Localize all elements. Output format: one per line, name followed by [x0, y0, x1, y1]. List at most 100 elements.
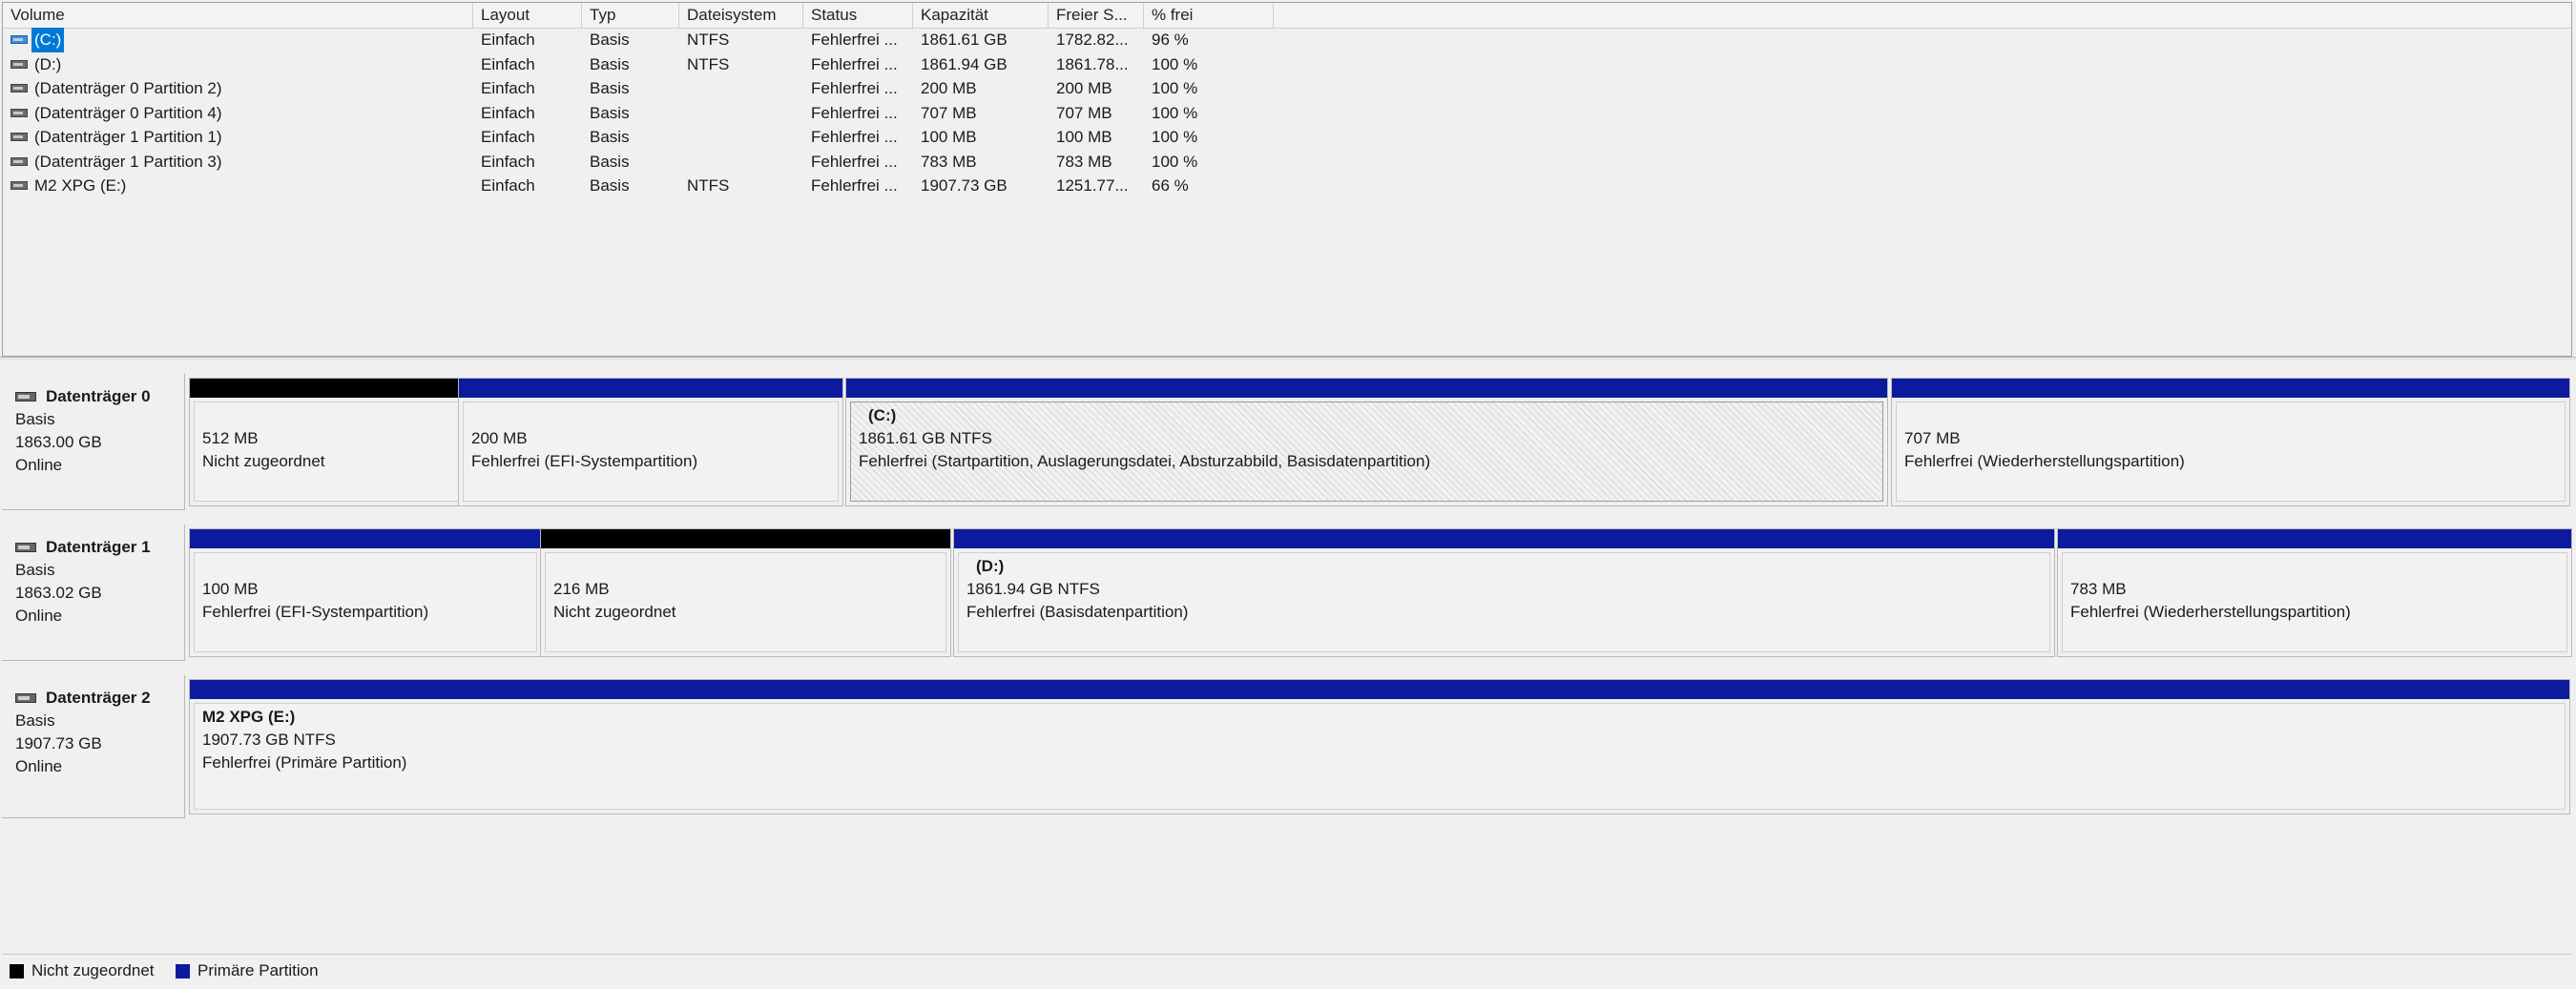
- column-header-status[interactable]: Status: [803, 3, 913, 28]
- disk-title: Datenträger 1: [46, 538, 151, 556]
- drive-icon: [10, 156, 28, 166]
- typ-cell: Basis: [590, 103, 630, 122]
- legend: Nicht zugeordnet Primäre Partition: [2, 954, 2572, 987]
- partition-block[interactable]: (C:) 1861.61 GB NTFS Fehlerfrei (Startpart…: [845, 378, 1888, 506]
- hard-disk-icon: [15, 693, 36, 703]
- volume-cell[interactable]: (Datenträger 1 Partition 1): [3, 125, 473, 150]
- table-row[interactable]: M2 XPG (E:) Einfach Basis NTFS Fehlerfrei ..…: [3, 174, 2571, 198]
- partition-block[interactable]: 707 MB Fehlerfrei (Wiederherstellungspart…: [1891, 378, 2570, 506]
- column-header-typ[interactable]: Typ: [582, 3, 679, 28]
- partition-status: Fehlerfrei (Wiederherstellungspartition): [1904, 452, 2185, 470]
- disk-type: Basis: [15, 711, 55, 730]
- partition-body: M2 XPG (E:) 1907.73 GB NTFS Fehlerfrei (Pr…: [194, 703, 2566, 810]
- freier-speicher-cell: 1782.82...: [1056, 31, 1129, 49]
- dateisystem-cell: [679, 76, 803, 101]
- legend-swatch-unallocated: [10, 963, 24, 979]
- partition-block[interactable]: 100 MB Fehlerfrei (EFI-Systempartition): [189, 528, 542, 657]
- status-cell: Fehlerfrei ...: [811, 54, 898, 73]
- partition-bar-unallocated: [541, 529, 950, 548]
- partition-body: 200 MB Fehlerfrei (EFI-Systempartition): [463, 402, 839, 502]
- table-row[interactable]: (Datenträger 1 Partition 3) Einfach Basis F…: [3, 150, 2571, 175]
- volume-cell[interactable]: (D:): [3, 52, 473, 77]
- column-header-kapazitaet[interactable]: Kapazität: [913, 3, 1049, 28]
- volume-name: (C:): [31, 28, 65, 52]
- prozent-frei-cell: 100 %: [1152, 79, 1198, 97]
- disk-label[interactable]: Datenträger 2 Basis 1907.73 GB Online: [2, 675, 185, 818]
- kapazitaet-cell: 200 MB: [921, 79, 977, 97]
- status-cell: Fehlerfrei ...: [811, 31, 898, 49]
- disk-title-row: Datenträger 1: [15, 536, 184, 559]
- dateisystem-cell: NTFS: [687, 54, 730, 73]
- layout-cell: Einfach: [481, 128, 535, 146]
- volume-cell[interactable]: (C:): [3, 28, 473, 52]
- volume-cell[interactable]: M2 XPG (E:): [3, 174, 473, 198]
- prozent-frei-cell: 100 %: [1152, 128, 1198, 146]
- prozent-frei-cell: 66 %: [1152, 176, 1189, 195]
- dateisystem-cell: [679, 101, 803, 126]
- partition-name: M2 XPG (E:): [202, 708, 296, 726]
- typ-cell: Basis: [590, 31, 630, 49]
- volume-cell[interactable]: (Datenträger 0 Partition 4): [3, 101, 473, 126]
- disk-row: Datenträger 2 Basis 1907.73 GB Online M2 XPG…: [2, 675, 2572, 818]
- partition-size: 783 MB: [2070, 580, 2127, 598]
- column-header-prozent-frei[interactable]: % frei: [1144, 3, 1274, 28]
- disk-label[interactable]: Datenträger 0 Basis 1863.00 GB Online: [2, 374, 185, 510]
- partition-body: 783 MB Fehlerfrei (Wiederherstellungspart…: [2062, 552, 2567, 652]
- layout-cell: Einfach: [481, 152, 535, 171]
- partition-status: Fehlerfrei (EFI-Systempartition): [202, 603, 429, 621]
- status-cell: Fehlerfrei ...: [811, 128, 898, 146]
- disk-type: Basis: [15, 561, 55, 579]
- volume-cell[interactable]: (Datenträger 0 Partition 2): [3, 76, 473, 101]
- hard-disk-icon: [15, 543, 36, 552]
- column-header-volume[interactable]: Volume: [3, 3, 473, 28]
- table-row[interactable]: (Datenträger 0 Partition 4) Einfach Basis F…: [3, 101, 2571, 126]
- partition-block[interactable]: 216 MB Nicht zugeordnet: [540, 528, 951, 657]
- partition-status: Fehlerfrei (Wiederherstellungspartition): [2070, 603, 2351, 621]
- column-header-layout[interactable]: Layout: [473, 3, 582, 28]
- partition-name: (C:): [868, 406, 897, 424]
- volume-name: (Datenträger 0 Partition 2): [34, 79, 222, 97]
- column-header-filler: [1274, 3, 2571, 28]
- volume-name: (D:): [34, 54, 62, 73]
- prozent-frei-cell: 100 %: [1152, 54, 1198, 73]
- disk-state: Online: [15, 607, 63, 625]
- kapazitaet-cell: 783 MB: [921, 152, 977, 171]
- partition-block[interactable]: 200 MB Fehlerfrei (EFI-Systempartition): [458, 378, 843, 506]
- drive-icon: [10, 133, 28, 141]
- table-row[interactable]: (D:) Einfach Basis NTFS Fehlerfrei ... 1861.9…: [3, 52, 2571, 77]
- layout-cell: Einfach: [481, 103, 535, 122]
- disk-state: Online: [15, 456, 63, 474]
- typ-cell: Basis: [590, 54, 630, 73]
- freier-speicher-cell: 100 MB: [1056, 128, 1112, 146]
- typ-cell: Basis: [590, 128, 630, 146]
- partition-body: (C:) 1861.61 GB NTFS Fehlerfrei (Startpart…: [850, 402, 1883, 502]
- partition-size: 1861.61 GB NTFS: [859, 429, 992, 447]
- freier-speicher-cell: 783 MB: [1056, 152, 1112, 171]
- table-row[interactable]: (Datenträger 0 Partition 2) Einfach Basis F…: [3, 76, 2571, 101]
- partition-status: Fehlerfrei (Startpartition, Auslagerungs…: [859, 452, 1431, 470]
- freier-speicher-cell: 200 MB: [1056, 79, 1112, 97]
- table-row[interactable]: (C:) Einfach Basis NTFS Fehlerfrei ... 1861.6…: [3, 28, 2571, 52]
- disk-title-row: Datenträger 2: [15, 687, 184, 710]
- volume-cell[interactable]: (Datenträger 1 Partition 3): [3, 150, 473, 175]
- layout-cell: Einfach: [481, 79, 535, 97]
- partition-block[interactable]: (D:) 1861.94 GB NTFS Fehlerfrei (Basisdate…: [953, 528, 2055, 657]
- dateisystem-cell: NTFS: [687, 31, 730, 49]
- partition-status: Fehlerfrei (Basisdatenpartition): [966, 603, 1189, 621]
- disk-label[interactable]: Datenträger 1 Basis 1863.02 GB Online: [2, 525, 185, 661]
- disk-state: Online: [15, 757, 63, 775]
- dateisystem-cell: NTFS: [687, 176, 730, 195]
- partition-size: 1861.94 GB NTFS: [966, 580, 1100, 598]
- table-row[interactable]: (Datenträger 1 Partition 1) Einfach Basis F…: [3, 125, 2571, 150]
- drive-icon: [10, 108, 28, 117]
- partition-size: 100 MB: [202, 580, 259, 598]
- partition-block[interactable]: 783 MB Fehlerfrei (Wiederherstellungspart…: [2057, 528, 2572, 657]
- partition-body: 216 MB Nicht zugeordnet: [545, 552, 946, 652]
- partition-block[interactable]: M2 XPG (E:) 1907.73 GB NTFS Fehlerfrei (Pr…: [189, 679, 2570, 814]
- status-cell: Fehlerfrei ...: [811, 103, 898, 122]
- column-header-freier-speicher[interactable]: Freier S...: [1049, 3, 1144, 28]
- kapazitaet-cell: 100 MB: [921, 128, 977, 146]
- partition-size: 707 MB: [1904, 429, 1961, 447]
- column-header-dateisystem[interactable]: Dateisystem: [679, 3, 803, 28]
- partition-body: 100 MB Fehlerfrei (EFI-Systempartition): [194, 552, 537, 652]
